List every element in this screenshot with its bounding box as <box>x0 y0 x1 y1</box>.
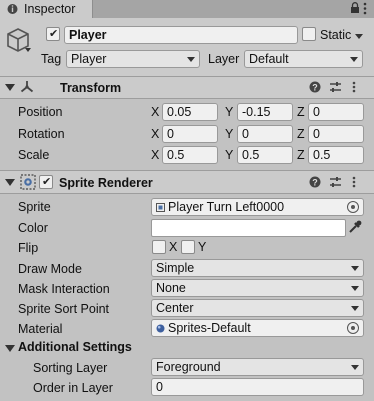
material-value: Sprites-Default <box>168 321 251 335</box>
position-x-field[interactable]: 0.05 <box>162 103 218 121</box>
axis-z-label: Z <box>297 105 305 119</box>
position-y-field[interactable]: -0.15 <box>237 103 293 121</box>
flip-x-checkbox[interactable] <box>152 240 166 254</box>
chevron-down-icon <box>351 306 359 311</box>
sprite-sort-point-value: Center <box>156 301 194 315</box>
sprite-asset-icon <box>156 203 165 212</box>
gameobject-name-field[interactable]: Player <box>64 26 298 44</box>
inspector-tab[interactable]: Inspector <box>0 0 93 18</box>
transform-title: Transform <box>60 81 122 95</box>
tag-value: Player <box>71 52 107 66</box>
icon-dropdown-arrow[interactable] <box>25 48 31 52</box>
divider <box>0 193 374 194</box>
position-label: Position <box>18 105 63 119</box>
rotation-label: Rotation <box>18 127 65 141</box>
layer-dropdown[interactable]: Default <box>244 50 363 68</box>
color-swatch[interactable] <box>151 219 346 237</box>
svg-text:?: ? <box>312 82 318 92</box>
scale-y-field[interactable]: 0.5 <box>237 146 293 164</box>
static-label: Static <box>320 28 352 42</box>
checkmark-icon: ✔ <box>49 28 59 40</box>
axis-x-label: X <box>151 127 160 141</box>
rotation-x-field[interactable]: 0 <box>162 125 218 143</box>
sprite-value: Player Turn Left0000 <box>168 200 285 214</box>
rotation-y-field[interactable]: 0 <box>237 125 293 143</box>
scale-x-field[interactable]: 0.5 <box>162 146 218 164</box>
tab-lock-icon[interactable] <box>350 2 360 14</box>
axis-z-label: Z <box>297 127 305 141</box>
sprite-sort-point-dropdown[interactable]: Center <box>151 299 364 317</box>
transform-axes-icon <box>19 79 35 95</box>
static-checkbox[interactable] <box>302 27 316 41</box>
additional-settings-foldout-arrow[interactable] <box>5 345 15 352</box>
scale-z-field[interactable]: 0.5 <box>308 146 364 164</box>
context-menu-icon[interactable] <box>352 176 356 188</box>
help-icon[interactable]: ? <box>309 176 321 188</box>
flip-y-label: Y <box>198 240 207 254</box>
material-object-field[interactable]: Sprites-Default <box>151 319 364 337</box>
mask-interaction-dropdown[interactable]: None <box>151 279 364 297</box>
presets-slider-icon[interactable] <box>329 176 342 188</box>
draw-mode-label: Draw Mode <box>18 262 82 276</box>
chevron-down-icon <box>351 286 359 291</box>
checkmark-icon: ✔ <box>42 176 52 188</box>
additional-settings-title[interactable]: Additional Settings <box>18 340 132 354</box>
gameobject-active-checkbox[interactable]: ✔ <box>46 27 60 41</box>
sprite-sort-point-label: Sprite Sort Point <box>18 302 110 316</box>
help-icon[interactable]: ? <box>309 81 321 93</box>
sorting-layer-label: Sorting Layer <box>33 361 108 375</box>
color-label: Color <box>18 221 48 235</box>
divider <box>0 98 374 99</box>
chevron-down-icon <box>187 57 195 62</box>
axis-z-label: Z <box>297 148 305 162</box>
axis-x-label: X <box>151 105 160 119</box>
sorting-layer-value: Foreground <box>156 360 221 374</box>
object-picker-icon[interactable] <box>347 322 359 334</box>
chevron-down-icon <box>350 57 358 62</box>
svg-text:?: ? <box>312 177 318 187</box>
static-dropdown-arrow[interactable] <box>355 34 363 39</box>
axis-y-label: Y <box>225 127 234 141</box>
context-menu-icon[interactable] <box>352 81 356 93</box>
draw-mode-value: Simple <box>156 261 195 275</box>
material-sphere-icon <box>156 324 165 333</box>
chevron-down-icon <box>351 365 359 370</box>
position-z-field[interactable]: 0 <box>308 103 364 121</box>
order-in-layer-field[interactable]: 0 <box>151 378 364 396</box>
sprite-renderer-enabled-checkbox[interactable]: ✔ <box>39 175 53 189</box>
eyedropper-icon[interactable] <box>348 219 362 234</box>
tag-dropdown[interactable]: Player <box>66 50 200 68</box>
chevron-down-icon <box>351 266 359 271</box>
sorting-layer-dropdown[interactable]: Foreground <box>151 358 364 376</box>
scale-label: Scale <box>18 148 50 162</box>
mask-interaction-label: Mask Interaction <box>18 282 110 296</box>
rotation-z-field[interactable]: 0 <box>308 125 364 143</box>
axis-y-label: Y <box>225 105 234 119</box>
inspector-tab-title: Inspector <box>24 2 76 16</box>
kebab-menu-icon[interactable] <box>363 2 367 15</box>
transform-foldout-arrow[interactable] <box>5 84 15 91</box>
sprite-renderer-title: Sprite Renderer <box>59 176 153 190</box>
flip-label: Flip <box>18 241 39 255</box>
inspector-tab-icon <box>6 3 19 15</box>
sprite-renderer-foldout-arrow[interactable] <box>5 179 15 186</box>
sprite-object-field[interactable]: Player Turn Left0000 <box>151 198 364 216</box>
sprite-renderer-icon <box>20 174 36 190</box>
material-label: Material <box>18 322 63 336</box>
tag-label: Tag <box>41 52 62 66</box>
sprite-label: Sprite <box>18 200 51 214</box>
axis-y-label: Y <box>225 148 234 162</box>
presets-slider-icon[interactable] <box>329 81 342 93</box>
mask-interaction-value: None <box>156 281 186 295</box>
flip-y-checkbox[interactable] <box>181 240 195 254</box>
object-picker-icon[interactable] <box>347 201 359 213</box>
order-in-layer-label: Order in Layer <box>33 381 113 395</box>
draw-mode-dropdown[interactable]: Simple <box>151 259 364 277</box>
axis-x-label: X <box>151 148 160 162</box>
flip-x-label: X <box>169 240 178 254</box>
layer-label: Layer <box>208 52 240 66</box>
layer-value: Default <box>249 52 289 66</box>
